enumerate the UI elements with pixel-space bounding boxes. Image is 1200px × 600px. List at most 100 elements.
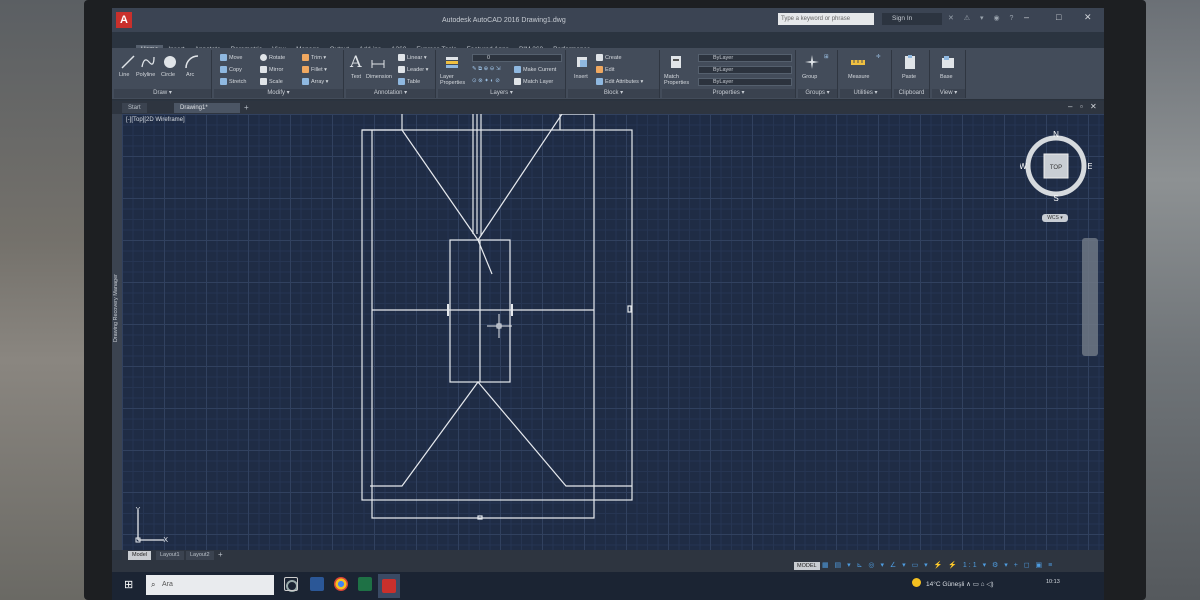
modify-panel-title[interactable]: Modify ▾ bbox=[214, 89, 343, 98]
stretch-button[interactable]: Stretch bbox=[220, 78, 246, 85]
bottom-chamfer-shape[interactable] bbox=[370, 381, 632, 487]
insert-button[interactable]: Insert bbox=[574, 74, 588, 80]
properties-panel-title[interactable]: Properties ▾ bbox=[662, 89, 795, 98]
sign-in-button[interactable]: Sign In bbox=[882, 13, 942, 25]
tab-layout2[interactable]: Layout2 bbox=[186, 551, 214, 560]
mirror-button[interactable]: Mirror bbox=[260, 66, 283, 73]
grip-outer[interactable] bbox=[627, 305, 632, 313]
layer-properties-button[interactable]: Layer Properties bbox=[440, 74, 470, 86]
circle-button[interactable]: Circle bbox=[161, 72, 175, 78]
group-button[interactable]: Group bbox=[802, 74, 817, 80]
insert-block-icon[interactable] bbox=[574, 54, 590, 70]
array-button[interactable]: Array ▾ bbox=[302, 78, 328, 85]
table-button[interactable]: Table bbox=[398, 78, 420, 85]
trim-button[interactable]: Trim ▾ bbox=[302, 54, 326, 61]
lineweight-dropdown[interactable]: ByLayer bbox=[698, 78, 792, 86]
drawing-recovery-palette[interactable]: Drawing Recovery Manager bbox=[112, 114, 122, 550]
color-dropdown[interactable]: ByLayer bbox=[698, 54, 792, 62]
layers-panel-title[interactable]: Layers ▾ bbox=[438, 89, 565, 98]
outer-frame-shape[interactable] bbox=[361, 129, 633, 501]
circle-icon[interactable] bbox=[162, 54, 178, 70]
create-block-button[interactable]: Create bbox=[596, 54, 622, 61]
chrome-icon[interactable] bbox=[334, 577, 348, 591]
compass-s-label[interactable]: S bbox=[1053, 194, 1058, 202]
polyline-icon[interactable] bbox=[140, 54, 156, 70]
utilities-panel-title[interactable]: Utilities ▾ bbox=[840, 89, 891, 98]
windows-start-icon[interactable]: ⊞ bbox=[124, 578, 133, 591]
new-tab-button[interactable]: + bbox=[244, 103, 249, 113]
view-panel-title[interactable]: View ▾ bbox=[932, 89, 965, 98]
arc-button[interactable]: Arc bbox=[186, 72, 194, 78]
measure-icon[interactable] bbox=[850, 54, 866, 70]
tab-model[interactable]: Model bbox=[128, 551, 151, 560]
linear-button[interactable]: Linear ▾ bbox=[398, 54, 427, 61]
move-button[interactable]: Move bbox=[220, 54, 242, 61]
tab-start[interactable]: Start bbox=[122, 103, 147, 113]
utility-tools-icons[interactable]: ✛ bbox=[876, 54, 881, 60]
line-icon[interactable] bbox=[120, 54, 136, 70]
viewport-restore-button[interactable]: ▫ bbox=[1080, 102, 1083, 111]
base-view-icon[interactable] bbox=[940, 54, 956, 70]
taskbar-search-input[interactable]: ⌕ Ara bbox=[146, 575, 298, 595]
excel-icon[interactable] bbox=[358, 577, 372, 591]
status-toggle-icons[interactable]: ▦ ▤ ▾ ⊾ ◎ ▾ ∠ ▾ ▭ ▾ ⚡ ⚡ 1:1 ▾ ⚙ ▾ + ◻ ▣ … bbox=[822, 561, 1054, 569]
paste-icon[interactable] bbox=[902, 54, 918, 70]
task-view-icon[interactable] bbox=[284, 577, 298, 591]
maximize-button[interactable]: □ bbox=[1056, 12, 1061, 22]
cad-drawing[interactable] bbox=[122, 114, 1104, 550]
compass-e-label[interactable]: E bbox=[1087, 162, 1092, 171]
base-button[interactable]: Base bbox=[940, 74, 953, 80]
match-properties-button[interactable]: Match Properties bbox=[664, 74, 694, 86]
inner-frame-shape[interactable] bbox=[371, 114, 595, 519]
rotate-button[interactable]: Rotate bbox=[260, 54, 285, 61]
tab-layout1[interactable]: Layout1 bbox=[156, 551, 184, 560]
copy-button[interactable]: Copy bbox=[220, 66, 242, 73]
linetype-dropdown[interactable]: ByLayer bbox=[698, 66, 792, 74]
fillet-button[interactable]: Fillet ▾ bbox=[302, 66, 327, 73]
layer-dropdown[interactable]: 0 bbox=[472, 54, 562, 62]
new-layout-button[interactable]: + bbox=[218, 550, 223, 559]
model-space-button[interactable]: MODEL bbox=[794, 562, 820, 570]
block-panel-title[interactable]: Block ▾ bbox=[568, 89, 659, 98]
titlebar-tool-icons[interactable]: ✕ ⚠ ▾ ◉ ? bbox=[948, 14, 1017, 22]
clipboard-panel-title[interactable]: Clipboard bbox=[894, 89, 929, 98]
dimension-icon[interactable] bbox=[370, 56, 386, 72]
compass-n-label[interactable]: N bbox=[1053, 130, 1059, 139]
weather-and-tray[interactable]: 14°C Güneşli ∧ ▭ ⌂ ◁) bbox=[926, 580, 994, 588]
match-layer-button[interactable]: Match Layer bbox=[514, 78, 553, 85]
draw-panel-title[interactable]: Draw ▾ bbox=[114, 89, 211, 98]
viewport-minimize-button[interactable]: – bbox=[1068, 102, 1072, 111]
wcs-menu[interactable]: WCS ▾ bbox=[1042, 214, 1068, 222]
viewport-close-button[interactable]: ✕ bbox=[1090, 102, 1097, 111]
autocad-logo-icon[interactable]: A bbox=[116, 12, 132, 28]
viewcube-compass[interactable]: TOP N S E W bbox=[1020, 130, 1092, 202]
layer-properties-icon[interactable] bbox=[444, 54, 460, 70]
scale-button[interactable]: Scale bbox=[260, 78, 283, 85]
autocad-taskbar-icon[interactable] bbox=[382, 579, 396, 593]
text-button[interactable]: Text bbox=[351, 74, 361, 80]
layer-state-icons[interactable]: ⊙ ⊗ ✦ ◐ ⊘ bbox=[472, 78, 500, 84]
tab-drawing1[interactable]: Drawing1* bbox=[174, 103, 240, 113]
measure-button[interactable]: Measure bbox=[848, 74, 869, 80]
dimension-button[interactable]: Dimension bbox=[366, 74, 392, 80]
navigation-bar[interactable] bbox=[1082, 238, 1098, 356]
text-icon[interactable]: A bbox=[350, 52, 362, 71]
word-icon[interactable] bbox=[310, 577, 324, 591]
help-search-input[interactable]: Type a keyword or phrase bbox=[778, 13, 874, 25]
make-current-button[interactable]: Make Current bbox=[514, 66, 556, 73]
line-button[interactable]: Line bbox=[119, 72, 129, 78]
arc-icon[interactable] bbox=[184, 54, 200, 70]
group-tools-icons[interactable]: ⊞ bbox=[824, 54, 829, 60]
match-properties-icon[interactable] bbox=[668, 54, 684, 70]
annotation-panel-title[interactable]: Annotation ▾ bbox=[346, 89, 435, 98]
group-icon[interactable] bbox=[804, 54, 820, 70]
edit-block-button[interactable]: Edit bbox=[596, 66, 614, 73]
polyline-button[interactable]: Polyline bbox=[136, 72, 155, 78]
groups-panel-title[interactable]: Groups ▾ bbox=[798, 89, 837, 98]
taskbar-clock[interactable]: 10:13 bbox=[1046, 579, 1060, 585]
leader-button[interactable]: Leader ▾ bbox=[398, 66, 428, 73]
close-button[interactable]: ✕ bbox=[1084, 12, 1092, 23]
top-chamfer-shape[interactable] bbox=[362, 114, 594, 242]
paste-button[interactable]: Paste bbox=[902, 74, 916, 80]
weather-sun-icon[interactable] bbox=[912, 578, 921, 587]
